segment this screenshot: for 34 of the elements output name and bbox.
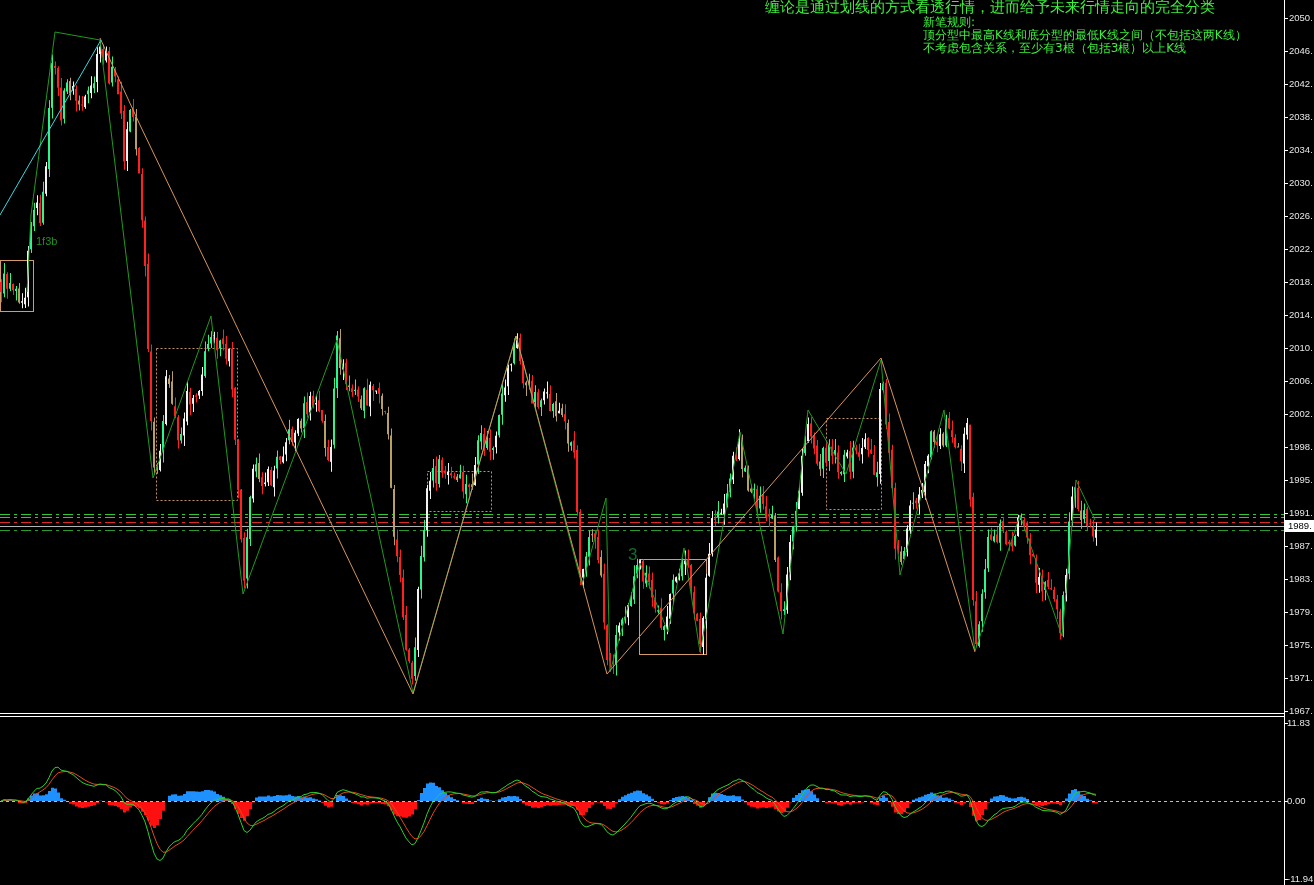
dashed-range-box bbox=[427, 471, 492, 512]
axis-label: 2038. bbox=[1289, 111, 1313, 123]
axis-label: 2046. bbox=[1289, 45, 1313, 57]
axis-label: 1995. bbox=[1289, 474, 1313, 486]
price-badge: 1989. bbox=[1285, 520, 1314, 532]
axis-label: 1998. bbox=[1289, 441, 1313, 453]
axis-label: 1987. bbox=[1289, 540, 1313, 552]
axis-label: 1975. bbox=[1289, 639, 1313, 651]
axis-label: -11.94 bbox=[1287, 873, 1314, 885]
axis-label: 2014. bbox=[1289, 309, 1313, 321]
axis-label: 2018. bbox=[1289, 276, 1313, 288]
range-box bbox=[0, 260, 34, 312]
axis-label: 2030. bbox=[1289, 177, 1313, 189]
note-line: 顶分型中最高K线和底分型的最低K线之间（不包括这两K线） bbox=[923, 29, 1247, 42]
chart-label: 1f3b bbox=[36, 236, 58, 247]
chart-label: 3 bbox=[628, 546, 638, 563]
chart-title: 缠论是通过划线的方式看透行情，进而给予未来行情走向的完全分类 bbox=[765, 0, 1215, 16]
axis-label: 1991. bbox=[1289, 507, 1313, 519]
note-heading: 新笔规则: bbox=[923, 16, 977, 29]
axis-label: 2050. bbox=[1289, 12, 1313, 24]
axis-label: 2006. bbox=[1289, 375, 1313, 387]
axis-label: 1967. bbox=[1289, 705, 1313, 717]
axis-label: 2034. bbox=[1289, 144, 1313, 156]
axis-label: 2010. bbox=[1289, 342, 1313, 354]
axis-label: 2026. bbox=[1289, 210, 1313, 222]
axis-label: 11.83 bbox=[1287, 717, 1311, 729]
note-line: 不考虑包含关系，至少有3根（包括3根）以上K线 bbox=[923, 42, 1187, 55]
axis-label: 1971. bbox=[1289, 672, 1313, 684]
axis-label: 1979. bbox=[1289, 606, 1313, 618]
axis-label: 2022. bbox=[1289, 243, 1313, 255]
axis-label: 2002. bbox=[1289, 408, 1313, 420]
axis-label: 0.00 bbox=[1287, 795, 1306, 807]
axis-label: 1983. bbox=[1289, 573, 1313, 585]
axis-label: 2042. bbox=[1289, 78, 1313, 90]
